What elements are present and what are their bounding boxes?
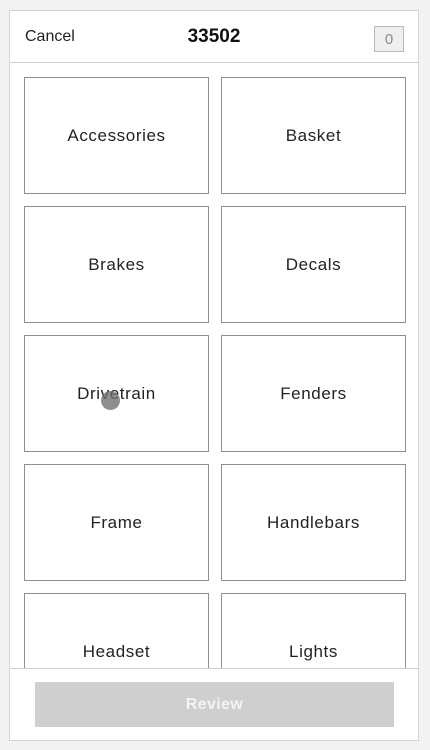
app-window: Cancel 33502 0 Accessories Basket Brakes… [9, 10, 419, 741]
category-tile-fenders[interactable]: Fenders [221, 335, 406, 452]
review-button[interactable]: Review [35, 682, 394, 727]
category-tile-handlebars[interactable]: Handlebars [221, 464, 406, 581]
cancel-button[interactable]: Cancel [25, 11, 75, 63]
footer-bar: Review [10, 668, 418, 740]
category-tile-frame[interactable]: Frame [24, 464, 209, 581]
category-tile-accessories[interactable]: Accessories [24, 77, 209, 194]
category-tile-decals[interactable]: Decals [221, 206, 406, 323]
category-tile-basket[interactable]: Basket [221, 77, 406, 194]
category-grid: Accessories Basket Brakes Decals Drivetr… [24, 77, 406, 710]
category-tile-drivetrain[interactable]: Drivetrain [24, 335, 209, 452]
count-badge[interactable]: 0 [374, 26, 404, 52]
category-tile-brakes[interactable]: Brakes [24, 206, 209, 323]
header-bar: Cancel 33502 0 [10, 11, 418, 63]
